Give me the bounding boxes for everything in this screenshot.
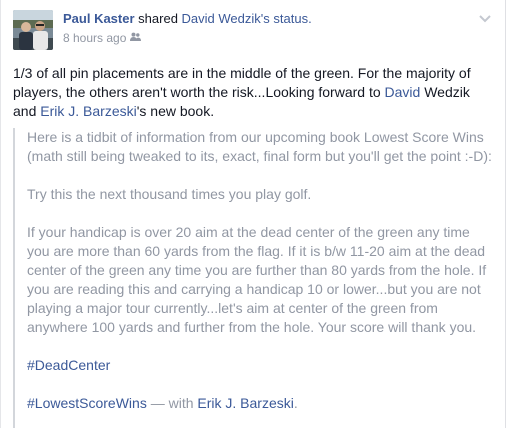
shared-paragraph: Try this the next thousand times you pla… xyxy=(27,186,312,202)
shared-paragraph: If your handicap is over 20 aim at the d… xyxy=(27,224,487,335)
chevron-down-icon[interactable] xyxy=(477,10,493,26)
story-verb: shared xyxy=(138,11,178,26)
author-link[interactable]: Paul Kaster xyxy=(63,11,135,26)
hashtag-line: #DeadCenter xyxy=(27,356,495,375)
shared-status: Here is a tidbit of information from our… xyxy=(13,128,495,428)
story-message: 1/3 of all pin placements are in the mid… xyxy=(13,64,493,121)
avatar-photo xyxy=(13,10,53,50)
story-meta: 8 hours ago xyxy=(63,30,142,46)
with-text: — with xyxy=(146,395,198,411)
status-owner-link[interactable]: David Wedzik's xyxy=(182,11,270,26)
tagline-period: . xyxy=(293,395,298,411)
tagged-person-link[interactable]: Erik J. Barzeski xyxy=(197,395,293,411)
hashtag-lowestscorewins[interactable]: #LowestScoreWins xyxy=(27,395,147,411)
avatar[interactable] xyxy=(13,10,53,50)
status-link[interactable]: status. xyxy=(273,11,311,26)
friends-icon[interactable] xyxy=(130,30,142,46)
feed-story: Paul Kaster shared David Wedzik's status… xyxy=(0,0,506,428)
message-text: 's new book. xyxy=(136,103,215,119)
story-title: Paul Kaster shared David Wedzik's status… xyxy=(63,11,312,27)
tagline: #LowestScoreWins — with Erik J. Barzeski… xyxy=(27,394,495,413)
erik-link[interactable]: Erik J. Barzeski xyxy=(40,103,136,119)
hashtag-deadcenter[interactable]: #DeadCenter xyxy=(27,357,110,373)
story-header: Paul Kaster shared David Wedzik's status… xyxy=(13,10,493,50)
shared-paragraph: Here is a tidbit of information from our… xyxy=(27,129,492,164)
david-link[interactable]: David xyxy=(385,84,421,100)
timestamp[interactable]: 8 hours ago xyxy=(63,30,126,46)
